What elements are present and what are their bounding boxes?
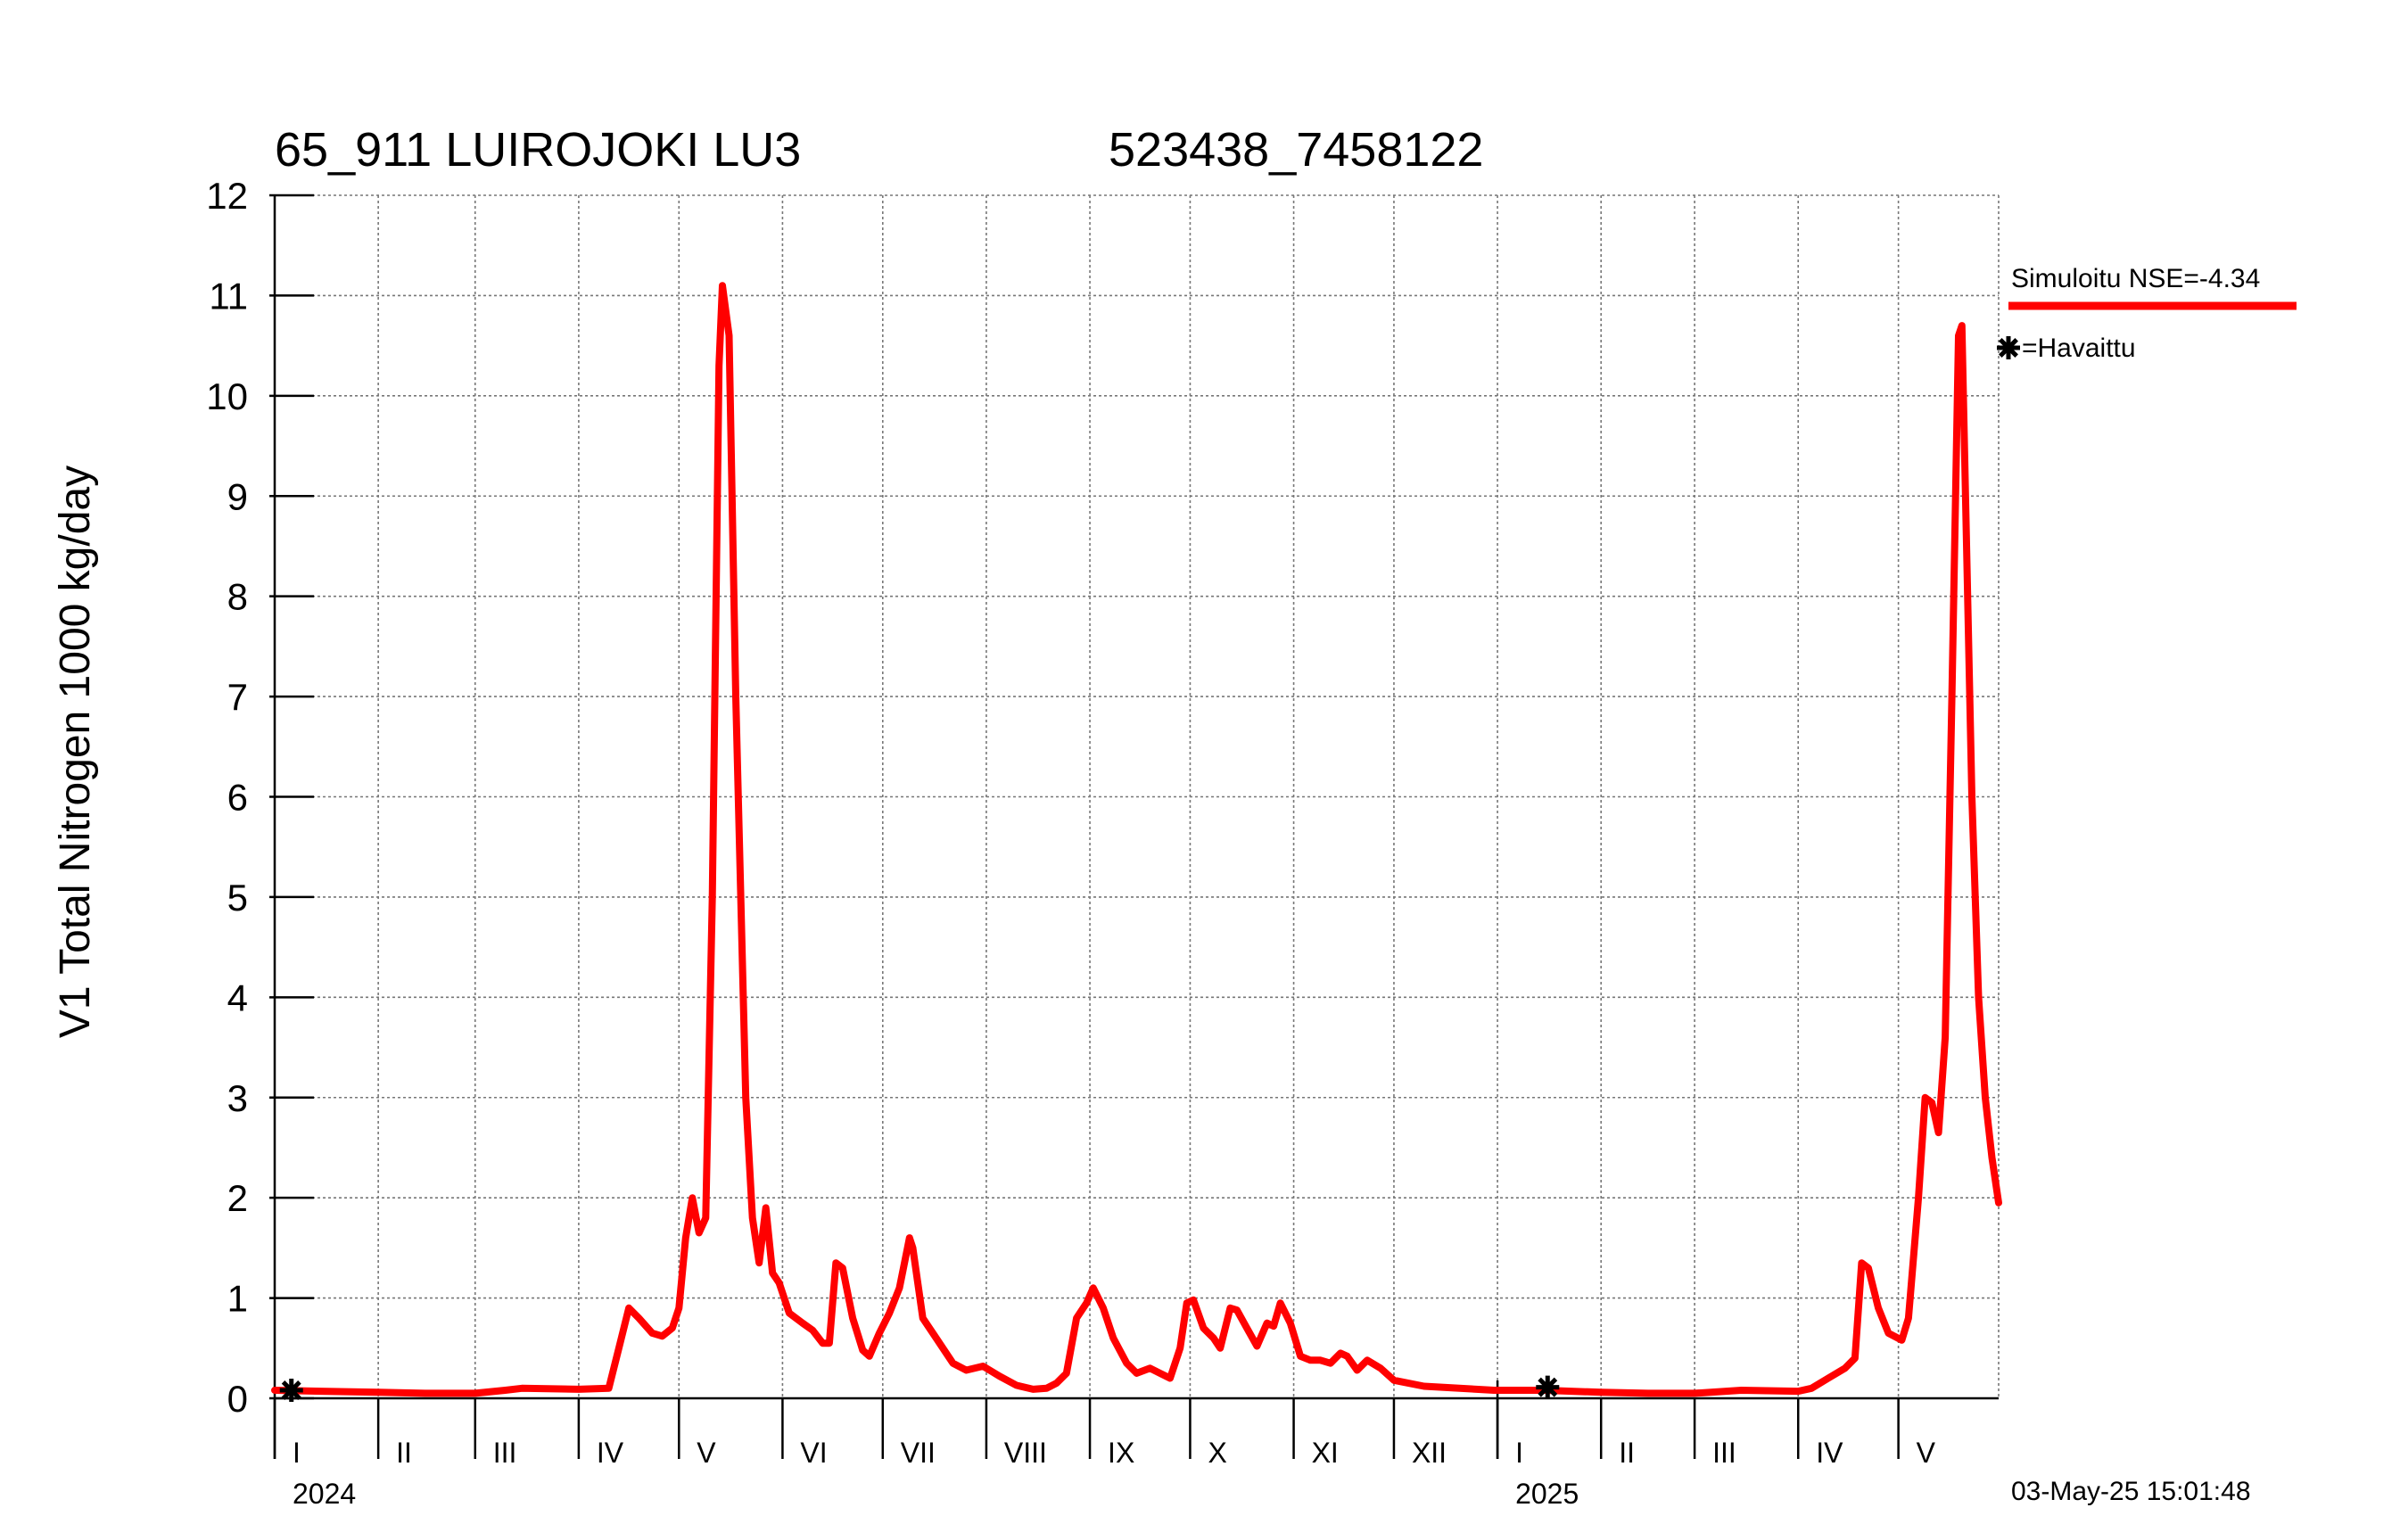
legend-asterisk bbox=[1997, 336, 2020, 359]
y-axis-title: V1 Total Nitrogen 1000 kg/day bbox=[52, 466, 99, 1038]
y-tick-label: 11 bbox=[209, 275, 248, 317]
chart-title-right: 523438_7458122 bbox=[1109, 123, 1483, 177]
x-month-label: X bbox=[1208, 1437, 1226, 1469]
legend-simulated-label: Simuloitu NSE=-4.34 bbox=[2011, 264, 2260, 293]
x-month-label: V bbox=[697, 1437, 716, 1469]
chart: 65_911 LUIROJOKI LU3 523438_7458122 V1 T… bbox=[52, 123, 2297, 1510]
legend-observed-label: =Havaittu bbox=[2022, 334, 2136, 363]
x-month-label: II bbox=[1619, 1437, 1635, 1469]
x-month-label: V bbox=[1917, 1437, 1936, 1469]
y-tick-label: 6 bbox=[227, 777, 248, 819]
y-axis-label: V1 Total Nitrogen 1000 kg/day bbox=[52, 466, 99, 1038]
x-month-label: VI bbox=[800, 1437, 827, 1469]
y-tick-label: 9 bbox=[227, 475, 248, 517]
x-year-label: 2024 bbox=[293, 1478, 356, 1510]
timestamp: 03-May-25 15:01:48 bbox=[2011, 1477, 2251, 1506]
y-tick-label: 3 bbox=[227, 1077, 248, 1119]
axes bbox=[269, 194, 1999, 1459]
x-month-label: VIII bbox=[1004, 1437, 1047, 1469]
x-month-label: IV bbox=[597, 1437, 624, 1469]
y-tick-label: 7 bbox=[227, 676, 248, 718]
observed-point bbox=[1536, 1375, 1560, 1399]
x-month-label: IX bbox=[1108, 1437, 1134, 1469]
x-month-label: II bbox=[396, 1437, 412, 1469]
y-tick-label: 1 bbox=[227, 1278, 248, 1320]
legend-observed-marker bbox=[1997, 336, 2020, 359]
x-month-label: I bbox=[1515, 1437, 1523, 1469]
x-month-label: XII bbox=[1412, 1437, 1447, 1469]
plot-area bbox=[271, 282, 2002, 1403]
y-tick-label: 0 bbox=[227, 1378, 248, 1420]
y-tick-label: 12 bbox=[206, 175, 248, 217]
x-year-label: 2025 bbox=[1515, 1478, 1579, 1510]
x-month-label: I bbox=[293, 1437, 301, 1469]
grid bbox=[275, 194, 2000, 1399]
x-month-label: III bbox=[493, 1437, 517, 1469]
y-tick-label: 10 bbox=[206, 375, 248, 417]
x-month-label: VII bbox=[901, 1437, 936, 1469]
observed-point bbox=[279, 1379, 303, 1403]
x-month-label: III bbox=[1712, 1437, 1736, 1469]
y-tick-label: 5 bbox=[227, 877, 248, 919]
simulated-series-line bbox=[271, 282, 2002, 1397]
y-ticks: 0123456789101112 bbox=[206, 175, 248, 1420]
x-month-label: IV bbox=[1816, 1437, 1843, 1469]
legend: Simuloitu NSE=-4.34 =Havaittu bbox=[1997, 264, 2297, 363]
chart-title-left: 65_911 LUIROJOKI LU3 bbox=[275, 123, 801, 177]
x-ticks: I II III IV V VI VII VIII IX X XI XII I II III IV V2024 2… bbox=[293, 1437, 1936, 1510]
y-tick-label: 8 bbox=[227, 576, 248, 618]
y-tick-label: 2 bbox=[227, 1177, 248, 1219]
y-tick-label: 4 bbox=[227, 976, 248, 1018]
x-month-label: XI bbox=[1312, 1437, 1339, 1469]
